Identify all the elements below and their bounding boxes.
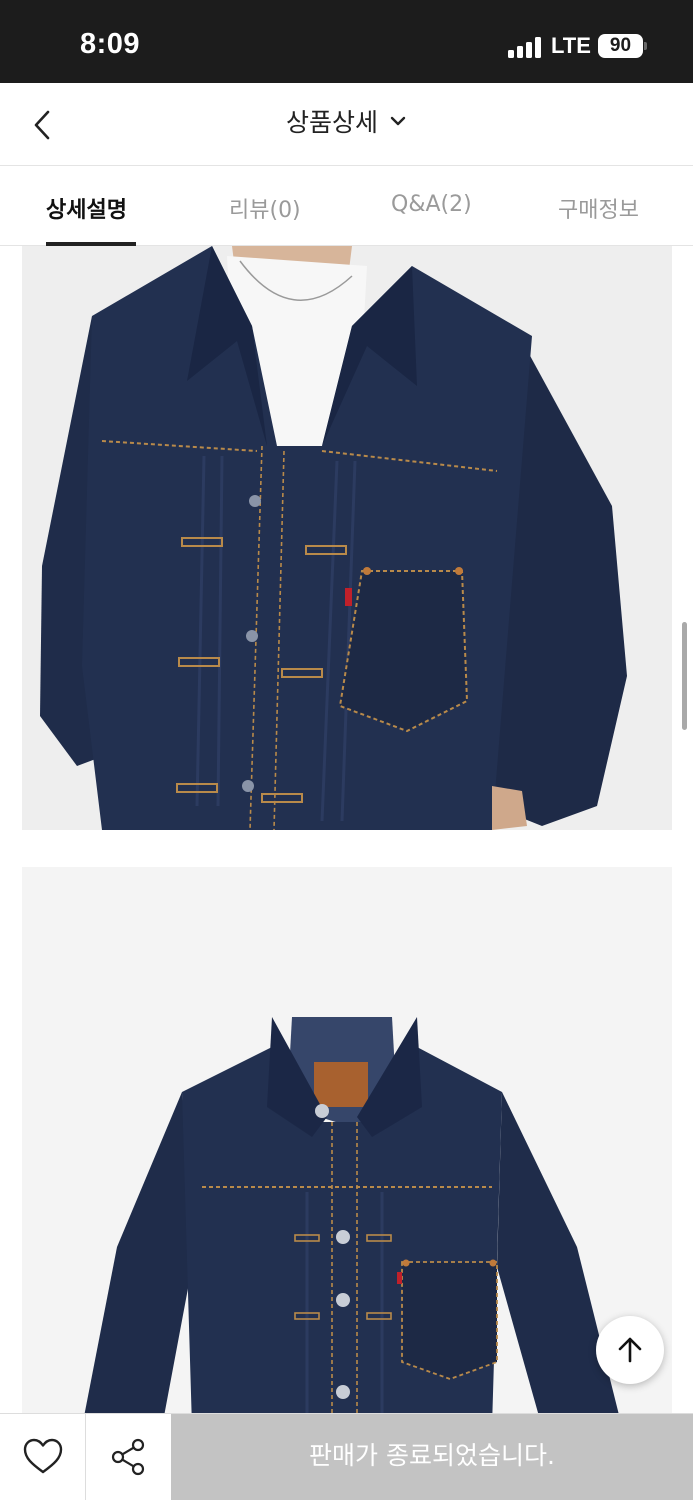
signal-icon [508,37,544,58]
tab-reviews[interactable]: 리뷰(0) [229,192,301,224]
page-title: 상품상세 [285,108,378,137]
tab-bar: 상세설명 리뷰(0) Q&A(2) 구매정보 [0,167,693,246]
product-detail-screen: 8:09 LTE 90 상품상세 상세설명 리뷰(0) Q&A(2) 구매정보 [0,0,693,1500]
scroll-top-button[interactable] [596,1316,664,1384]
scrollbar[interactable] [682,622,687,730]
heart-icon [23,1438,63,1474]
product-image-flat [22,867,672,1413]
network-type: LTE [551,33,591,58]
chevron-down-icon [390,116,406,126]
share-button[interactable] [86,1414,171,1500]
product-image-model [22,246,672,830]
battery-icon: 90 [598,34,643,58]
tab-qna[interactable]: Q&A(2) [391,192,472,217]
product-description [0,246,693,1413]
header: 상품상세 [0,83,693,166]
like-button[interactable] [0,1414,86,1500]
battery-cap [644,42,647,50]
tab-purchase-info[interactable]: 구매정보 [558,192,639,224]
share-icon [111,1438,145,1476]
page-title-dropdown[interactable]: 상품상세 [0,103,693,139]
sale-ended-button: 판매가 종료되었습니다. [171,1414,693,1500]
tab-description[interactable]: 상세설명 [46,192,127,224]
status-bar: 8:09 LTE 90 [0,0,693,83]
arrow-up-icon [618,1337,642,1363]
status-time: 8:09 [80,28,141,60]
bottom-action-bar: 판매가 종료되었습니다. [0,1413,693,1500]
